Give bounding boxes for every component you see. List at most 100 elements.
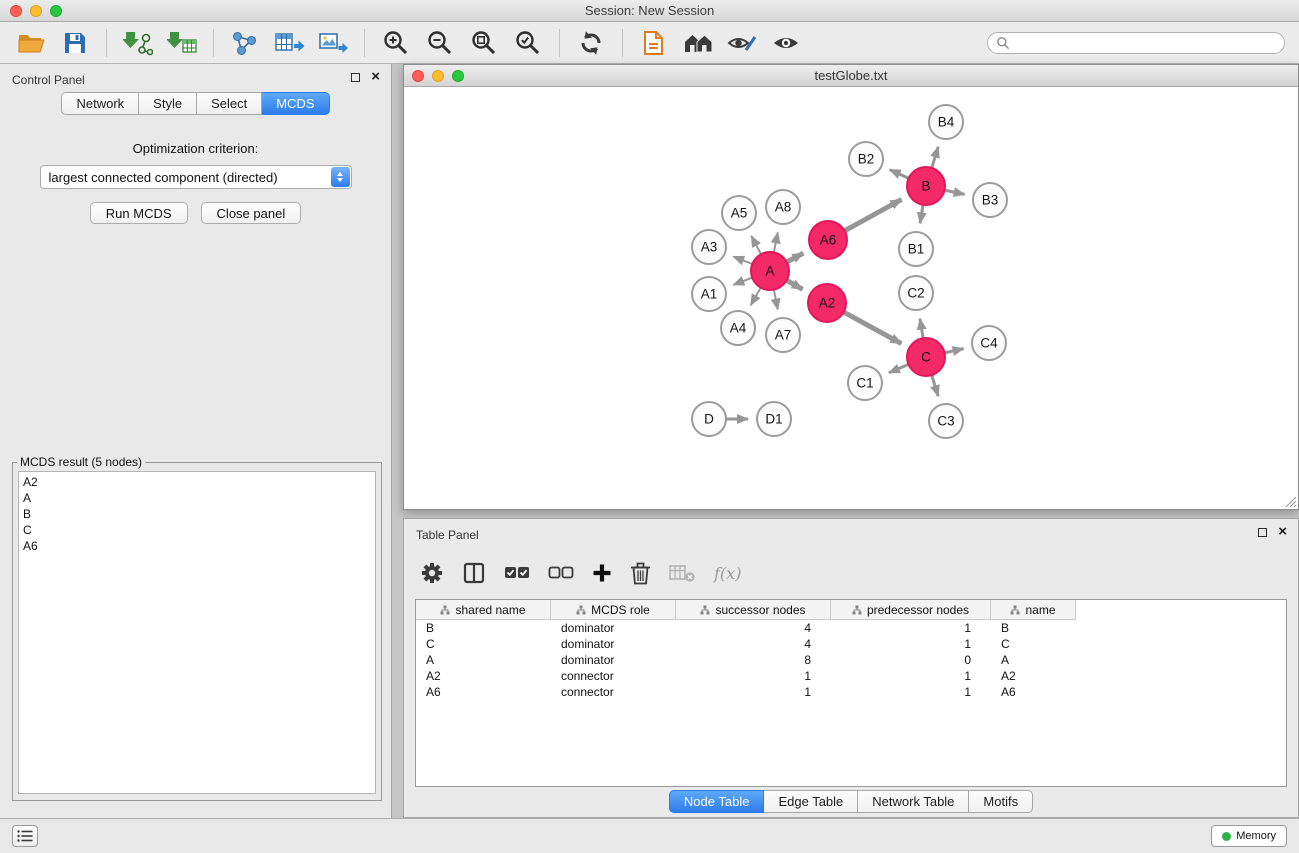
edge-A-A7[interactable] xyxy=(774,290,778,310)
node-B1[interactable]: B1 xyxy=(899,232,933,266)
table-cell[interactable]: connector xyxy=(551,668,676,684)
search-input[interactable] xyxy=(1014,36,1276,50)
result-item[interactable]: B xyxy=(23,506,371,522)
edge-A-A6[interactable] xyxy=(787,253,804,262)
column-header[interactable]: shared name xyxy=(416,600,551,620)
minimize-network-window-button[interactable] xyxy=(432,70,444,82)
tab-network-table[interactable]: Network Table xyxy=(858,790,969,813)
float-table-panel-icon[interactable] xyxy=(1258,528,1267,537)
table-settings-button[interactable] xyxy=(420,561,444,585)
open-session-button[interactable] xyxy=(10,25,52,61)
result-item[interactable]: C xyxy=(23,522,371,538)
zoom-in-button[interactable] xyxy=(375,25,417,61)
tab-edge-table[interactable]: Edge Table xyxy=(764,790,858,813)
node-B[interactable]: B xyxy=(907,167,945,205)
result-item[interactable]: A6 xyxy=(23,538,371,554)
table-cell[interactable]: 1 xyxy=(676,684,831,700)
show-columns-button[interactable] xyxy=(462,561,486,585)
select-all-button[interactable] xyxy=(504,564,530,582)
edge-C-C2[interactable] xyxy=(920,319,923,339)
column-header[interactable]: name xyxy=(991,600,1076,620)
close-table-panel-icon[interactable]: × xyxy=(1278,522,1287,542)
network-graph[interactable]: B4B2BB3A5A8A6B1A3AC2A1A2A4A7C4CC1DD1C3 xyxy=(404,88,1298,509)
node-C4[interactable]: C4 xyxy=(972,326,1006,360)
table-cell[interactable]: B xyxy=(991,620,1076,636)
edge-C-C4[interactable] xyxy=(945,349,964,353)
table-row[interactable]: Adominator80A xyxy=(416,652,1286,668)
search-field[interactable] xyxy=(987,32,1285,54)
table-cell[interactable]: 1 xyxy=(831,684,991,700)
tab-motifs[interactable]: Motifs xyxy=(969,790,1033,813)
edge-A-A8[interactable] xyxy=(774,233,778,253)
show-hide-button[interactable] xyxy=(765,25,807,61)
memory-button[interactable]: Memory xyxy=(1211,825,1287,847)
network-window-titlebar[interactable]: testGlobe.txt xyxy=(404,65,1298,87)
zoom-fit-button[interactable] xyxy=(463,25,505,61)
node-C3[interactable]: C3 xyxy=(929,404,963,438)
table-row[interactable]: Bdominator41B xyxy=(416,620,1286,636)
table-row[interactable]: Cdominator41C xyxy=(416,636,1286,652)
node-B4[interactable]: B4 xyxy=(929,105,963,139)
node-A1[interactable]: A1 xyxy=(692,277,726,311)
table-cell[interactable]: A xyxy=(416,652,551,668)
deselect-all-button[interactable] xyxy=(548,564,574,582)
result-item[interactable]: A xyxy=(23,490,371,506)
table-cell[interactable]: connector xyxy=(551,684,676,700)
edge-C-C1[interactable] xyxy=(889,364,909,372)
table-cell[interactable]: 1 xyxy=(831,668,991,684)
node-C[interactable]: C xyxy=(907,338,945,376)
node-A5[interactable]: A5 xyxy=(722,196,756,230)
table-row[interactable]: A2connector11A2 xyxy=(416,668,1286,684)
tab-style[interactable]: Style xyxy=(139,92,197,115)
import-table-button[interactable] xyxy=(161,25,203,61)
node-A2[interactable]: A2 xyxy=(808,284,846,322)
column-header[interactable]: successor nodes xyxy=(676,600,831,620)
column-header[interactable]: predecessor nodes xyxy=(831,600,991,620)
table-cell[interactable]: 1 xyxy=(831,620,991,636)
table-cell[interactable]: A6 xyxy=(991,684,1076,700)
node-C2[interactable]: C2 xyxy=(899,276,933,310)
table-cell[interactable]: dominator xyxy=(551,636,676,652)
close-panel-icon[interactable]: × xyxy=(371,67,380,87)
edge-A2-C[interactable] xyxy=(844,312,902,344)
result-item[interactable]: A2 xyxy=(23,474,371,490)
export-image-button[interactable] xyxy=(312,25,354,61)
table-cell[interactable]: A6 xyxy=(416,684,551,700)
table-row[interactable]: A6connector11A6 xyxy=(416,684,1286,700)
node-A4[interactable]: A4 xyxy=(721,311,755,345)
table-cell[interactable]: A2 xyxy=(991,668,1076,684)
edge-B-B4[interactable] xyxy=(932,147,939,168)
node-A[interactable]: A xyxy=(751,252,789,290)
network-canvas[interactable]: B4B2BB3A5A8A6B1A3AC2A1A2A4A7C4CC1DD1C3 xyxy=(404,88,1298,509)
apply-layout-button[interactable] xyxy=(570,25,612,61)
run-mcds-button[interactable]: Run MCDS xyxy=(90,202,188,224)
tab-mcds[interactable]: MCDS xyxy=(262,92,329,115)
node-D1[interactable]: D1 xyxy=(757,402,791,436)
delete-column-button[interactable] xyxy=(630,561,651,585)
export-table-button[interactable] xyxy=(268,25,310,61)
node-A6[interactable]: A6 xyxy=(809,221,847,259)
table-cell[interactable]: 4 xyxy=(676,636,831,652)
function-builder-button[interactable]: f(x) xyxy=(714,564,741,583)
first-neighbors-button[interactable] xyxy=(677,25,719,61)
edge-A-A5[interactable] xyxy=(751,236,761,254)
edge-A-A2[interactable] xyxy=(787,280,803,289)
export-network-button[interactable] xyxy=(224,25,266,61)
close-network-window-button[interactable] xyxy=(412,70,424,82)
zoom-out-button[interactable] xyxy=(419,25,461,61)
criterion-dropdown[interactable]: largest connected component (directed) xyxy=(40,165,352,189)
table-cell[interactable]: dominator xyxy=(551,620,676,636)
table-cell[interactable]: B xyxy=(416,620,551,636)
float-panel-icon[interactable] xyxy=(351,73,360,82)
minimize-window-button[interactable] xyxy=(30,5,42,17)
edge-A-A4[interactable] xyxy=(751,288,761,306)
edge-A-A1[interactable] xyxy=(733,278,752,285)
task-history-button[interactable] xyxy=(12,825,38,847)
edge-A-A3[interactable] xyxy=(733,257,752,265)
add-column-button[interactable] xyxy=(592,563,612,583)
table-cell[interactable]: C xyxy=(416,636,551,652)
table-cell[interactable]: 4 xyxy=(676,620,831,636)
node-A3[interactable]: A3 xyxy=(692,230,726,264)
tab-network[interactable]: Network xyxy=(61,92,139,115)
node-B2[interactable]: B2 xyxy=(849,142,883,176)
